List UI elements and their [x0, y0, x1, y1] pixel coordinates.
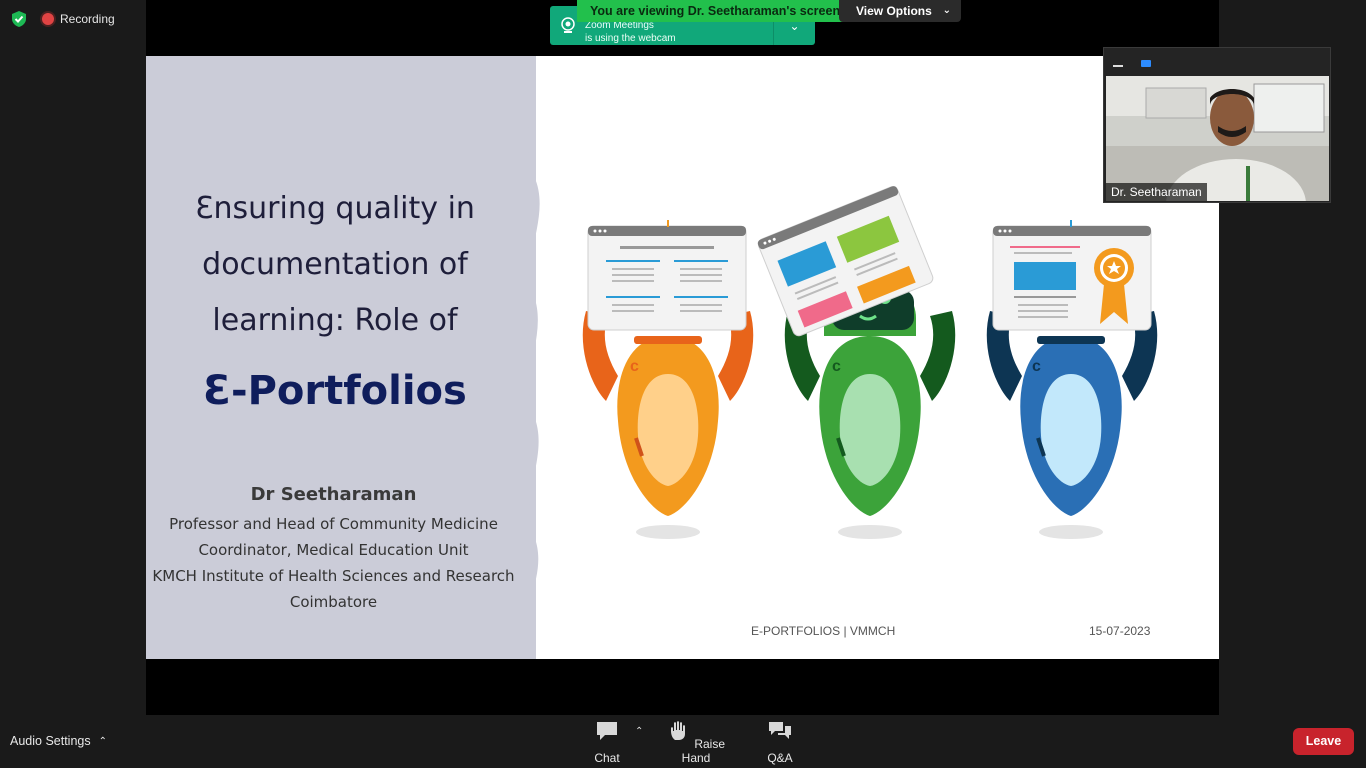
- chat-button[interactable]: Chat: [592, 720, 622, 765]
- robot-shadow: [838, 525, 902, 539]
- svg-text:c: c: [832, 358, 841, 375]
- slide-title: Ɛnsuring quality in documentation of lea…: [146, 181, 524, 421]
- webcam-icon: [561, 17, 575, 33]
- robot-orange: c: [582, 220, 754, 516]
- robot-green: c: [757, 186, 956, 516]
- svg-text:c: c: [630, 358, 639, 375]
- video-tile-header: [1104, 48, 1330, 76]
- title-line-2: documentation of: [202, 247, 468, 282]
- chevron-up-icon: ⌃: [98, 735, 107, 747]
- leave-button[interactable]: Leave: [1293, 728, 1354, 755]
- recording-indicator[interactable]: Recording: [42, 12, 115, 26]
- presentation-slide: Ɛnsuring quality in documentation of lea…: [146, 56, 1219, 659]
- author-title: Professor and Head of Community Medicine: [169, 515, 498, 533]
- qa-icon: [769, 722, 791, 739]
- qa-button[interactable]: Q&A: [764, 720, 796, 765]
- view-options-button[interactable]: View Options ⌄: [839, 0, 961, 22]
- participant-video-tile[interactable]: Dr. Seetharaman: [1103, 47, 1331, 203]
- audio-settings-button[interactable]: Audio Settings ⌃: [10, 734, 107, 748]
- raise-hand-button[interactable]: Raise Hand: [664, 720, 728, 765]
- author-role: Coordinator, Medical Education Unit: [198, 541, 469, 559]
- slide-date: 15-07-2023: [1089, 624, 1151, 638]
- meeting-status: Recording: [10, 10, 115, 28]
- svg-text:c: c: [1032, 358, 1041, 375]
- robot-blue: c: [986, 220, 1158, 516]
- title-line-3: learning: Role of: [212, 303, 458, 338]
- robot-shadow: [636, 525, 700, 539]
- chevron-up-icon[interactable]: ⌃: [635, 726, 643, 737]
- participant-name-label: Dr. Seetharaman: [1106, 183, 1207, 201]
- robot-shadow: [1039, 525, 1103, 539]
- author-institution: KMCH Institute of Health Sciences and Re…: [152, 567, 515, 585]
- slide-footer: E-PORTFOLIOS | VMMCH: [751, 624, 896, 638]
- minimize-icon[interactable]: [1113, 65, 1123, 67]
- webcam-message-line2: is using the webcam: [585, 33, 676, 44]
- webcam-message: Zoom Meetings is using the webcam: [585, 19, 676, 45]
- audio-settings-label: Audio Settings: [10, 734, 91, 748]
- view-options-label: View Options: [856, 4, 932, 18]
- hand-icon: [670, 721, 685, 740]
- qa-label: Q&A: [767, 751, 793, 765]
- chat-icon: [597, 722, 617, 740]
- maximize-icon[interactable]: [1141, 60, 1151, 67]
- recording-dot-icon: [42, 13, 54, 25]
- author-block: Dr Seetharaman Professor and Head of Com…: [146, 484, 521, 615]
- chat-label: Chat: [594, 751, 620, 765]
- title-emphasis: Ɛ-Portfolios: [203, 368, 467, 414]
- robots-illustration: c c c: [582, 186, 1158, 539]
- author-name: Dr Seetharaman: [250, 484, 417, 505]
- shield-check-icon[interactable]: [10, 10, 28, 28]
- recording-label: Recording: [60, 12, 115, 26]
- chevron-down-icon: ⌄: [942, 5, 951, 16]
- title-line-1: Ɛnsuring quality in: [195, 191, 475, 226]
- author-city: Coimbatore: [289, 593, 378, 611]
- viewing-screen-banner: You are viewing Dr. Seetharaman's screen: [577, 0, 854, 22]
